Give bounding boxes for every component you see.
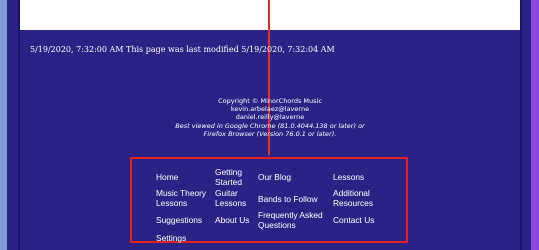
browser-note-line1: Best viewed in Google Chrome (81.0.4044.…: [175, 121, 365, 130]
nav-link-our-blog[interactable]: Our Blog: [258, 172, 291, 182]
nav-link-bands-to-follow[interactable]: Bands to Follow: [258, 194, 318, 204]
nav-link-contact-us[interactable]: Contact Us: [333, 215, 374, 225]
nav-link-label: Resources: [333, 198, 374, 208]
email-link-daniel[interactable]: daniel.reilly@laverne: [150, 113, 390, 121]
content-edge-right: [520, 0, 522, 250]
nav-link-about-us[interactable]: About Us: [215, 215, 249, 225]
nav-link-label: Getting: [215, 167, 243, 177]
nav-link-suggestions[interactable]: Suggestions: [156, 215, 202, 225]
nav-link-lessons[interactable]: Lessons: [333, 172, 364, 182]
nav-link-home[interactable]: Home: [156, 172, 178, 182]
last-modified-text: 5/19/2020, 7:32:00 AM This page was last…: [30, 45, 335, 54]
nav-link-label: Questions: [258, 220, 296, 230]
right-border-strip: [531, 0, 539, 250]
copyright-text: Copyright © MinorChords Music: [218, 97, 322, 105]
nav-link-label: Additional: [333, 188, 370, 198]
email-link-kevin[interactable]: kevin.arbelaez@laverne: [150, 105, 390, 113]
nav-link-label: Lessons: [156, 198, 188, 208]
nav-link-label: Music Theory: [156, 188, 207, 198]
nav-link-label: Started: [215, 177, 243, 187]
nav-link-label: Guitar: [215, 188, 238, 198]
nav-link-additional-resources[interactable]: Additional Resources: [333, 188, 373, 208]
nav-link-settings[interactable]: Settings: [156, 233, 186, 243]
footer-info: Copyright © MinorChords Music kevin.arbe…: [150, 97, 390, 138]
content-edge-left: [18, 0, 20, 250]
left-border-strip: [0, 0, 7, 250]
browser-note-line2: Firefox Browser (Version 76.0.1 or later…: [203, 129, 337, 138]
nav-link-faq[interactable]: Frequently Asked Questions: [258, 210, 323, 230]
nav-link-guitar-lessons[interactable]: Guitar Lessons: [215, 188, 246, 208]
page: 5/19/2020, 7:32:00 AM This page was last…: [0, 0, 539, 250]
nav-link-label: Frequently Asked: [258, 210, 323, 220]
nav-link-label: Lessons: [215, 198, 247, 208]
nav-link-getting-started[interactable]: Getting Started: [215, 167, 242, 187]
nav-link-music-theory-lessons[interactable]: Music Theory Lessons: [156, 188, 206, 208]
top-content-area: [20, 0, 520, 30]
